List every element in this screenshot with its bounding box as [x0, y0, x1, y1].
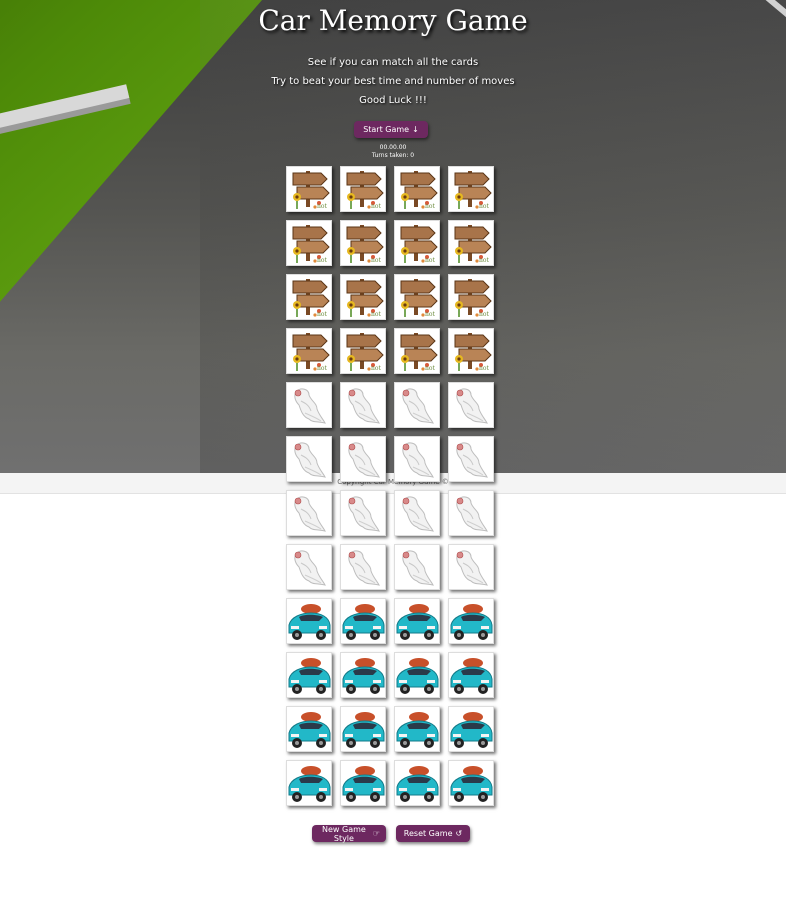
- memory-card[interactable]: [394, 706, 440, 752]
- memory-card[interactable]: [286, 436, 332, 482]
- memory-card[interactable]: [340, 382, 386, 428]
- memory-card[interactable]: not: [340, 274, 386, 320]
- page-title: Car Memory Game: [258, 4, 528, 37]
- memory-card[interactable]: not: [448, 166, 494, 212]
- new-game-style-label: New Game Style: [322, 824, 366, 843]
- memory-card[interactable]: [286, 652, 332, 698]
- svg-text:not: not: [479, 365, 489, 372]
- reset-game-button[interactable]: Reset Game ↺: [396, 825, 470, 842]
- memory-card[interactable]: [394, 382, 440, 428]
- intro-line-2: Try to beat your best time and number of…: [271, 76, 515, 87]
- svg-text:not: not: [425, 257, 435, 264]
- svg-text:not: not: [479, 203, 489, 210]
- timer: 00.00.00: [379, 144, 407, 151]
- memory-card[interactable]: [448, 760, 494, 806]
- memory-card[interactable]: [394, 652, 440, 698]
- svg-text:not: not: [425, 311, 435, 318]
- memory-card[interactable]: [448, 706, 494, 752]
- memory-card[interactable]: not: [286, 166, 332, 212]
- memory-card[interactable]: [340, 436, 386, 482]
- memory-card[interactable]: not: [394, 220, 440, 266]
- memory-card[interactable]: [286, 490, 332, 536]
- start-game-button[interactable]: Start Game ↓: [354, 121, 428, 138]
- memory-card[interactable]: [340, 760, 386, 806]
- svg-text:not: not: [425, 203, 435, 210]
- reset-game-label: Reset Game: [403, 829, 453, 838]
- card-grid: not not not not not not not not not not not not not n…: [286, 166, 496, 806]
- memory-card[interactable]: [340, 544, 386, 590]
- svg-text:not: not: [479, 311, 489, 318]
- svg-text:not: not: [425, 365, 435, 372]
- memory-card[interactable]: [340, 706, 386, 752]
- intro-line-3: Good Luck !!!: [359, 95, 427, 106]
- svg-text:not: not: [317, 257, 327, 264]
- svg-text:not: not: [317, 311, 327, 318]
- memory-card[interactable]: not: [286, 328, 332, 374]
- memory-card[interactable]: [448, 598, 494, 644]
- memory-card[interactable]: not: [394, 328, 440, 374]
- memory-card[interactable]: [340, 598, 386, 644]
- undo-icon: ↺: [455, 829, 463, 838]
- memory-card[interactable]: [394, 544, 440, 590]
- memory-card[interactable]: not: [340, 328, 386, 374]
- memory-card[interactable]: not: [394, 274, 440, 320]
- memory-card[interactable]: not: [448, 328, 494, 374]
- memory-card[interactable]: not: [340, 166, 386, 212]
- memory-card[interactable]: [394, 598, 440, 644]
- memory-card[interactable]: not: [394, 166, 440, 212]
- memory-card[interactable]: not: [286, 274, 332, 320]
- memory-card[interactable]: [448, 652, 494, 698]
- memory-card[interactable]: [448, 544, 494, 590]
- memory-card[interactable]: [286, 598, 332, 644]
- svg-text:not: not: [479, 257, 489, 264]
- memory-card[interactable]: [286, 382, 332, 428]
- svg-text:not: not: [371, 365, 381, 372]
- svg-text:not: not: [317, 365, 327, 372]
- turns-counter: Turns taken: 0: [371, 152, 415, 159]
- memory-card[interactable]: not: [448, 274, 494, 320]
- svg-text:not: not: [371, 257, 381, 264]
- memory-card[interactable]: [394, 760, 440, 806]
- memory-card[interactable]: [286, 544, 332, 590]
- memory-card[interactable]: [448, 436, 494, 482]
- memory-card[interactable]: not: [448, 220, 494, 266]
- svg-text:not: not: [371, 311, 381, 318]
- memory-card[interactable]: [286, 760, 332, 806]
- new-game-style-button[interactable]: New Game Style ☞: [312, 824, 386, 843]
- memory-card[interactable]: [394, 436, 440, 482]
- memory-card[interactable]: [340, 490, 386, 536]
- memory-card[interactable]: not: [286, 220, 332, 266]
- svg-text:not: not: [371, 203, 381, 210]
- intro-line-1: See if you can match all the cards: [307, 57, 479, 68]
- hand-point-icon: ☞: [372, 829, 380, 838]
- memory-card[interactable]: [448, 490, 494, 536]
- arrow-down-icon: ↓: [412, 125, 419, 134]
- svg-text:not: not: [317, 203, 327, 210]
- memory-card[interactable]: not: [340, 220, 386, 266]
- memory-card[interactable]: [286, 706, 332, 752]
- memory-card[interactable]: [394, 490, 440, 536]
- memory-card[interactable]: [340, 652, 386, 698]
- memory-card[interactable]: [448, 382, 494, 428]
- start-game-label: Start Game: [363, 125, 410, 134]
